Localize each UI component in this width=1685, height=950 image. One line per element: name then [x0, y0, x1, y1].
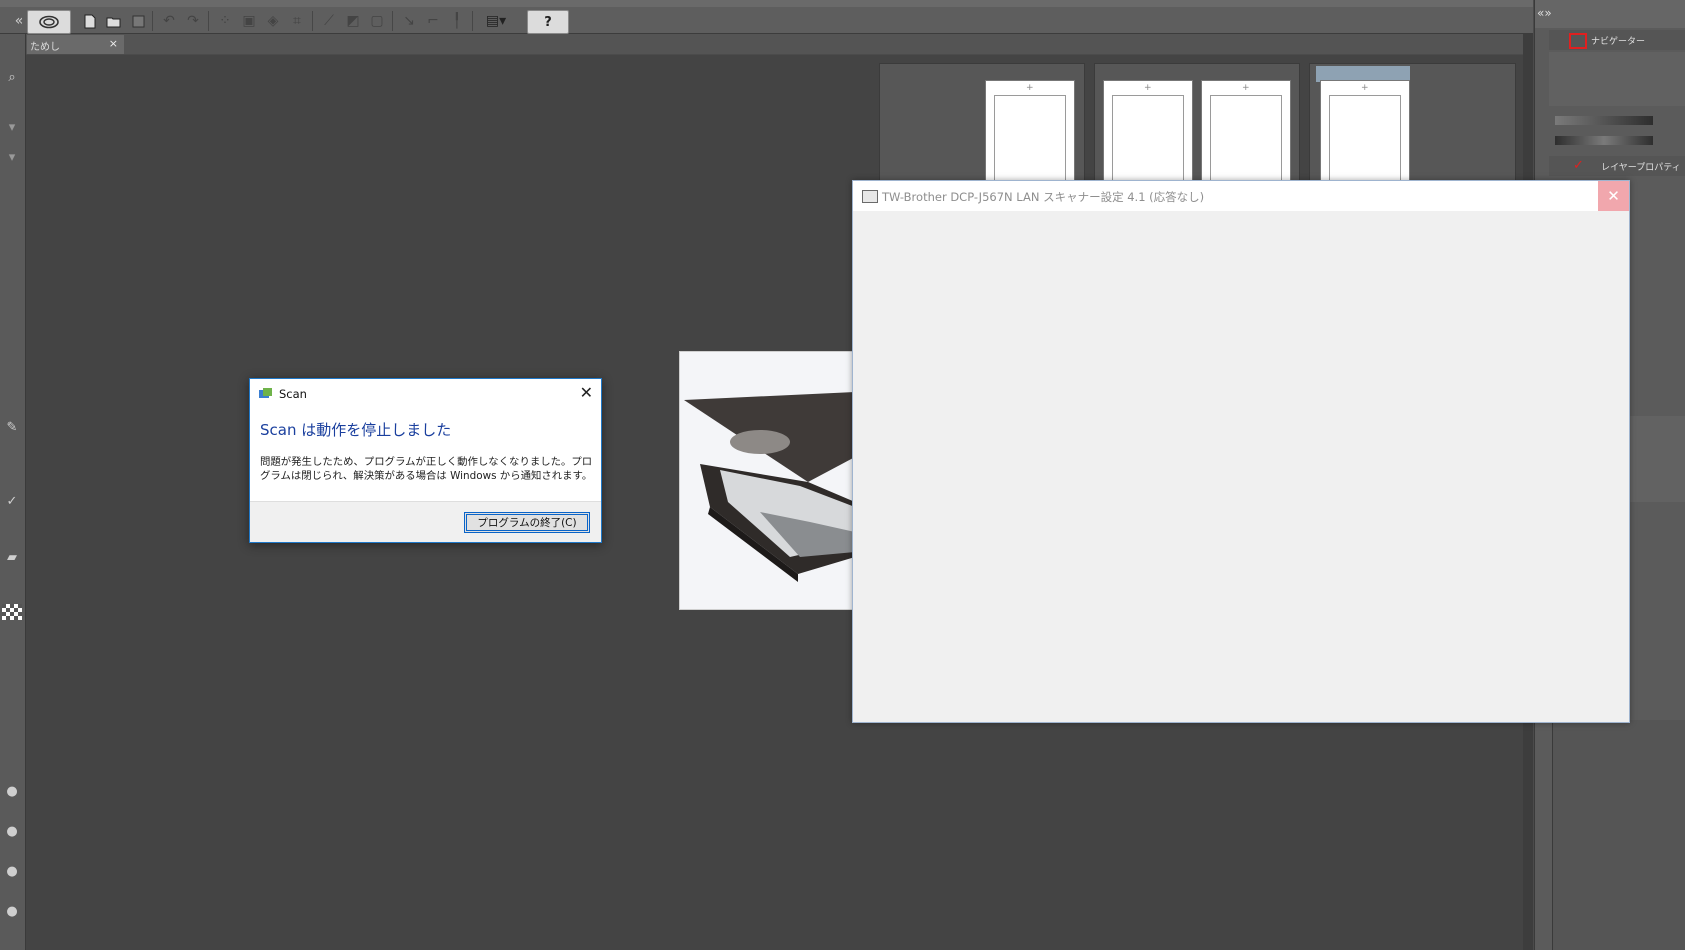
window-titlebar[interactable]: TW-Brother DCP-J567N LAN スキャナー設定 4.1 (応答… [853, 181, 1629, 211]
fill-icon[interactable]: ◈ [262, 10, 284, 32]
panel-expand-bar: «» [1535, 0, 1685, 28]
navigator-preview [1549, 52, 1685, 106]
pen-icon: ✓ [1573, 158, 1584, 173]
menu-strip [0, 0, 1533, 7]
dialog-footer: プログラムの終了(C) [250, 501, 601, 542]
line-icon[interactable]: ↘ [398, 10, 420, 32]
layer-property-panel-header[interactable]: ✓ レイヤープロパティ [1549, 156, 1685, 176]
dropdown-icon[interactable]: ▾ [2, 120, 22, 138]
frame-icon[interactable]: ▢ [366, 10, 388, 32]
page-thumbnail[interactable]: + [985, 80, 1075, 183]
toolbar-separator [312, 11, 313, 31]
window-title: TW-Brother DCP-J567N LAN スキャナー設定 4.1 (応答… [882, 190, 1205, 204]
scanner-splash-image [679, 351, 856, 610]
toolbar-separator [472, 11, 473, 31]
page-thumbnail[interactable]: + [1201, 80, 1291, 183]
page-thumbnail[interactable]: + [1320, 80, 1410, 183]
spiral-icon [39, 15, 59, 29]
color-circle-icon[interactable]: ● [2, 784, 22, 802]
dialog-title: Scan [279, 387, 307, 401]
color-circle-icon[interactable]: ● [2, 824, 22, 842]
error-heading: Scan は動作を停止しました [260, 421, 452, 439]
app-window-icon [862, 190, 878, 203]
selection-icon[interactable]: ⁘ [214, 10, 236, 32]
redo-icon[interactable]: ↷ [182, 10, 204, 32]
document-tab-bar [0, 34, 1533, 54]
toolbar-separator [152, 11, 153, 31]
toolbar-separator [392, 11, 393, 31]
navigator-panel-header[interactable]: ナビゲーター [1549, 30, 1685, 50]
pen-tool-icon[interactable]: ✓ [2, 494, 22, 512]
dialog-titlebar[interactable]: Scan ✕ [250, 379, 601, 407]
layer-property-label: レイヤープロパティ [1601, 163, 1681, 173]
crop-icon[interactable]: ⌗ [286, 10, 308, 32]
toolbar-separator [208, 11, 209, 31]
expand-icon[interactable]: «» [1537, 6, 1552, 20]
navigator-label: ナビゲーター [1591, 37, 1646, 47]
dropdown-icon[interactable]: ▾ [2, 150, 22, 168]
main-toolbar: « ↶ ↷ ⁘ ▣ ◈ ⌗ ⟋ ◩ ▢ ↘ ⌐ ╿ ▤▾ ? [0, 0, 1533, 34]
scanner-settings-window: TW-Brother DCP-J567N LAN スキャナー設定 4.1 (応答… [852, 180, 1630, 723]
close-program-button[interactable]: プログラムの終了(C) [464, 512, 590, 533]
zoom-slider[interactable] [1555, 116, 1653, 125]
close-button[interactable]: ✕ [1598, 181, 1629, 211]
document-tab[interactable]: ためし × [27, 35, 124, 54]
color-circle-icon[interactable]: ● [2, 904, 22, 922]
save-icon[interactable] [127, 10, 149, 32]
page-thumbnail[interactable]: + [1103, 80, 1193, 183]
print-dropdown-icon[interactable]: ▤▾ [478, 10, 514, 32]
transform-icon[interactable]: ▣ [238, 10, 260, 32]
error-message: 問題が発生したため、プログラムが正しく動作しなくなりました。プログラムは閉じられ… [260, 456, 593, 482]
gradient-icon[interactable]: ◩ [342, 10, 364, 32]
close-icon[interactable]: ✕ [580, 383, 593, 402]
transparent-color-icon[interactable] [2, 604, 22, 620]
open-folder-icon[interactable] [103, 10, 125, 32]
help-button[interactable]: ? [527, 10, 569, 34]
new-file-icon[interactable] [79, 10, 101, 32]
brush-tool-icon[interactable]: ✎ [2, 420, 22, 438]
layer-list [1552, 720, 1685, 950]
undo-icon[interactable]: ↶ [158, 10, 180, 32]
app-logo-button[interactable] [27, 10, 71, 34]
color-circle-icon[interactable]: ● [2, 864, 22, 882]
zoom-tool-icon[interactable]: ⌕ [2, 70, 22, 88]
pin-icon[interactable]: ╿ [446, 10, 468, 32]
tool-palette: ⌕ ▾ ▾ ✎ ✓ ▰ ● ● ● ● [0, 34, 26, 950]
ruler-icon[interactable]: ⟋ [318, 10, 340, 32]
eraser-tool-icon[interactable]: ▰ [2, 550, 22, 568]
navigator-icon [1569, 33, 1587, 49]
scan-app-icon [259, 388, 272, 398]
close-tab-icon[interactable]: × [109, 37, 118, 50]
error-dialog: Scan ✕ Scan は動作を停止しました 問題が発生したため、プログラムが正… [249, 378, 602, 543]
document-tab-label: ためし [30, 42, 60, 53]
rotate-slider[interactable] [1555, 136, 1653, 145]
curve-icon[interactable]: ⌐ [422, 10, 444, 32]
